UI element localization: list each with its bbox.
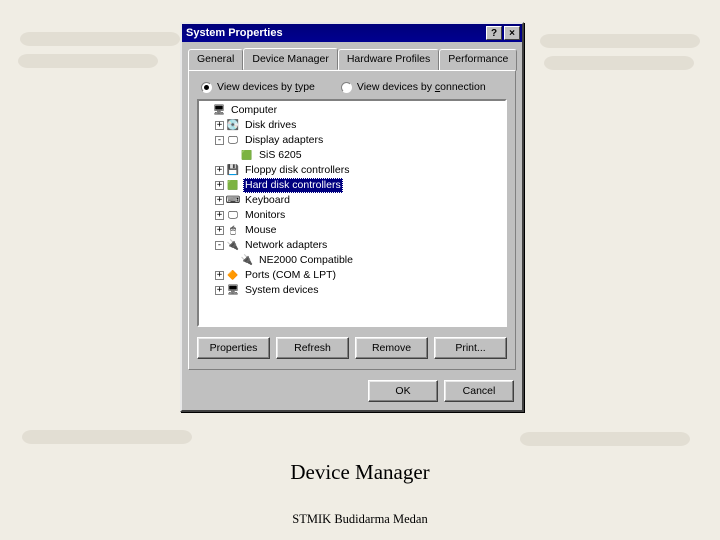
mon-icon — [226, 209, 240, 222]
tree-item-label: Computer — [229, 103, 279, 118]
tree-item[interactable]: + Hard disk controllers — [201, 178, 503, 193]
slide-subcaption: STMIK Budidarma Medan — [0, 512, 720, 527]
window-title: System Properties — [186, 27, 484, 39]
tab-general[interactable]: General — [188, 49, 243, 71]
print-button[interactable]: Print... — [434, 337, 507, 359]
tab-hardware-profiles[interactable]: Hardware Profiles — [338, 49, 439, 71]
tree-item-label: Monitors — [243, 208, 287, 223]
refresh-button[interactable]: Refresh — [276, 337, 349, 359]
flop-icon — [226, 164, 240, 177]
radio-label: View devices by connection — [357, 81, 486, 93]
disk-icon — [226, 119, 240, 132]
tab-strip: General Device Manager Hardware Profiles… — [182, 42, 522, 70]
tree-item[interactable]: - Network adapters — [201, 238, 503, 253]
net-icon — [226, 239, 240, 252]
tree-item-label: Mouse — [243, 223, 279, 238]
view-radio-group: View devices by type View devices by con… — [197, 79, 507, 99]
collapse-icon[interactable]: - — [215, 241, 224, 250]
computer-icon — [212, 104, 226, 117]
expand-icon[interactable]: + — [215, 181, 224, 190]
tree-item[interactable]: Computer — [201, 103, 503, 118]
kbd-icon — [226, 194, 240, 207]
tree-item[interactable]: + Ports (COM & LPT) — [201, 268, 503, 283]
tree-item[interactable]: + Monitors — [201, 208, 503, 223]
tree-item-label: Keyboard — [243, 193, 292, 208]
port-icon — [226, 269, 240, 282]
tree-item[interactable]: + Keyboard — [201, 193, 503, 208]
close-button[interactable]: × — [504, 26, 520, 40]
tree-item-label: Display adapters — [243, 133, 325, 148]
mouse-icon — [226, 224, 240, 237]
tree-item[interactable]: + Floppy disk controllers — [201, 163, 503, 178]
tree-item-label: Network adapters — [243, 238, 329, 253]
tree-item[interactable]: + Mouse — [201, 223, 503, 238]
expand-icon[interactable]: + — [215, 211, 224, 220]
tree-item-label: System devices — [243, 283, 321, 298]
tree-item-label: Hard disk controllers — [243, 178, 343, 193]
expand-icon[interactable]: + — [215, 286, 224, 295]
sys-icon — [226, 284, 240, 297]
tree-item-label: SiS 6205 — [257, 148, 304, 163]
device-tree[interactable]: Computer + Disk drives - Display adaptersSiS… — [197, 99, 507, 327]
help-button[interactable]: ? — [486, 26, 502, 40]
radio-label: View devices by type — [217, 81, 315, 93]
expand-icon[interactable]: + — [215, 121, 224, 130]
tab-panel: View devices by type View devices by con… — [188, 70, 516, 370]
tree-item-label: NE2000 Compatible — [257, 253, 355, 268]
tree-item[interactable]: NE2000 Compatible — [201, 253, 503, 268]
mon-icon — [226, 134, 240, 147]
expand-icon[interactable]: + — [215, 271, 224, 280]
cancel-button[interactable]: Cancel — [444, 380, 514, 402]
tree-item[interactable]: SiS 6205 — [201, 148, 503, 163]
tree-item-label: Floppy disk controllers — [243, 163, 351, 178]
card-icon — [240, 149, 254, 162]
tree-item-label: Disk drives — [243, 118, 298, 133]
ok-button[interactable]: OK — [368, 380, 438, 402]
tree-item[interactable]: + Disk drives — [201, 118, 503, 133]
expand-icon[interactable]: + — [215, 226, 224, 235]
remove-button[interactable]: Remove — [355, 337, 428, 359]
tab-performance[interactable]: Performance — [439, 49, 517, 71]
expand-icon[interactable]: + — [215, 166, 224, 175]
tree-item-label: Ports (COM & LPT) — [243, 268, 338, 283]
card-icon — [226, 179, 240, 192]
tree-item[interactable]: + System devices — [201, 283, 503, 298]
radio-view-by-type[interactable]: View devices by type — [201, 81, 315, 93]
net-icon — [240, 254, 254, 267]
tab-device-manager[interactable]: Device Manager — [243, 48, 337, 70]
action-button-row: Properties Refresh Remove Print... — [197, 337, 507, 359]
collapse-icon[interactable]: - — [215, 136, 224, 145]
title-bar[interactable]: System Properties ? × — [182, 24, 522, 42]
system-properties-window: System Properties ? × General Device Man… — [180, 22, 524, 412]
tree-item[interactable]: - Display adapters — [201, 133, 503, 148]
radio-view-by-connection[interactable]: View devices by connection — [341, 81, 486, 93]
slide-caption: Device Manager — [0, 460, 720, 485]
radio-dot-icon — [201, 82, 212, 93]
dialog-footer: OK Cancel — [182, 376, 522, 410]
properties-button[interactable]: Properties — [197, 337, 270, 359]
expand-icon[interactable]: + — [215, 196, 224, 205]
radio-dot-icon — [341, 82, 352, 93]
